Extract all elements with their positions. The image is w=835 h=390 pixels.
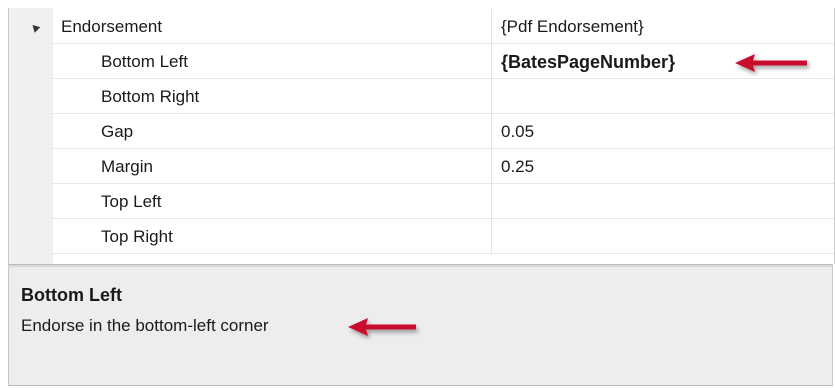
property-value: {BatesPageNumber}: [501, 52, 676, 72]
description-title: Bottom Left: [21, 285, 122, 305]
property-row-top-left[interactable]: Top Left: [9, 184, 834, 219]
property-label: Bottom Right: [101, 87, 200, 106]
red-arrow-icon: [348, 318, 416, 336]
property-row-bottom-right[interactable]: Bottom Right: [9, 79, 834, 114]
property-name-cell: Bottom Left: [53, 44, 491, 79]
property-grid-window: Endorsement {Pdf Endorsement} Bottom Lef…: [0, 0, 835, 390]
property-label: Top Left: [101, 192, 162, 211]
property-value-cell[interactable]: [491, 219, 834, 254]
property-row-margin[interactable]: Margin 0.25: [9, 149, 834, 184]
property-row-top-right[interactable]: Top Right: [9, 219, 834, 254]
property-name-cell: Bottom Right: [53, 79, 491, 114]
property-name-cell: Gap: [53, 114, 491, 149]
property-value-cell[interactable]: {Pdf Endorsement}: [491, 9, 834, 44]
property-name-cell: Endorsement: [53, 9, 491, 44]
property-row-gap[interactable]: Gap 0.05: [9, 114, 834, 149]
category-label: Endorsement: [61, 17, 163, 36]
property-name-cell: Top Left: [53, 184, 491, 219]
property-value-cell[interactable]: [491, 184, 834, 219]
property-value: 0.05: [501, 122, 535, 141]
category-value: {Pdf Endorsement}: [501, 17, 644, 36]
property-label: Gap: [101, 122, 134, 141]
property-name-cell: Margin: [53, 149, 491, 184]
property-value-cell[interactable]: [491, 79, 834, 114]
property-value-cell[interactable]: 0.05: [491, 114, 834, 149]
property-grid: Endorsement {Pdf Endorsement} Bottom Lef…: [8, 8, 835, 264]
property-name-cell: Top Right: [53, 219, 491, 254]
property-label: Margin: [101, 157, 153, 176]
category-row-endorsement[interactable]: Endorsement {Pdf Endorsement}: [9, 9, 834, 44]
property-label: Top Right: [101, 227, 173, 246]
expanded-triangle-icon[interactable]: [29, 22, 41, 33]
property-value-cell[interactable]: 0.25: [491, 149, 834, 184]
property-value: 0.25: [501, 157, 535, 176]
red-arrow-icon: [735, 54, 807, 72]
description-text: Endorse in the bottom-left corner: [21, 316, 269, 335]
property-label: Bottom Left: [101, 52, 188, 71]
property-row-bottom-left[interactable]: Bottom Left {BatesPageNumber}: [9, 44, 834, 79]
